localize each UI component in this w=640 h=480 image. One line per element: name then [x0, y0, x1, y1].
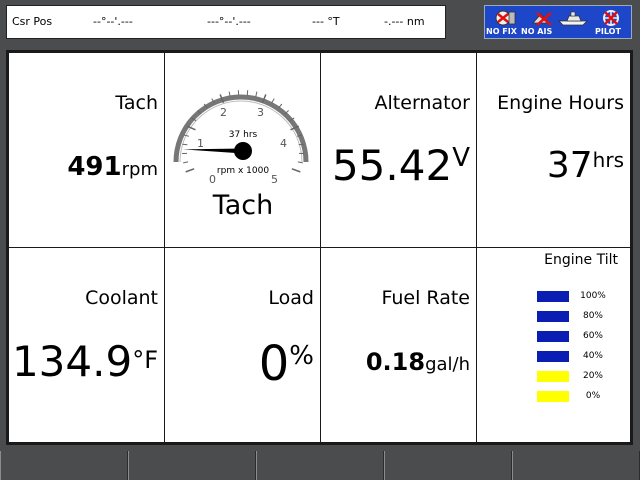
- fuel-rate-label: Fuel Rate: [381, 287, 470, 309]
- gauge-tick: [271, 98, 275, 104]
- tilt-level-bar: [537, 371, 569, 382]
- alternator-label: Alternator: [374, 92, 470, 114]
- engine-tilt-label: Engine Tilt: [544, 252, 618, 268]
- softkey-1[interactable]: [0, 451, 128, 480]
- fuel-rate-value: 0.18: [365, 348, 426, 376]
- engine-hours-value: 37: [546, 145, 593, 186]
- gauge-tick: [291, 168, 301, 173]
- tilt-level-label: 60%: [582, 331, 603, 341]
- softkey-3[interactable]: [256, 451, 384, 480]
- coolant-cell[interactable]: Coolant 134.9°F: [8, 247, 165, 443]
- gauge-tick-label: 1: [197, 137, 204, 150]
- tach-cell[interactable]: Tach 491rpm: [8, 52, 165, 248]
- pilot-label: PILOT: [595, 27, 621, 36]
- tilt-level-bar: [537, 331, 569, 342]
- cursor-latitude: --°--'.---: [93, 15, 133, 28]
- engine-data-grid: Tach 491rpm 0 1 2 3 4 5 37 hrs rpm x 100…: [6, 50, 633, 445]
- softkey-5[interactable]: [512, 451, 640, 480]
- softkey-2[interactable]: [128, 451, 256, 480]
- load-value: 0: [258, 336, 290, 392]
- tilt-level-label: 40%: [582, 351, 603, 361]
- tilt-level-label: 20%: [582, 371, 603, 381]
- alternator-unit: V: [452, 143, 470, 173]
- gauge-hours: 37 hrs: [229, 130, 258, 140]
- gauge-units: rpm x 1000: [217, 166, 269, 176]
- coolant-value-row: 134.9°F: [12, 337, 158, 386]
- tilt-level-label: 100%: [580, 291, 606, 301]
- softkey-4[interactable]: [384, 451, 512, 480]
- gauge-tick-label: 3: [257, 106, 264, 119]
- gauge-tick: [298, 143, 304, 146]
- cursor-position-label: Csr Pos: [12, 15, 53, 28]
- gauge-tick-label: 0: [209, 173, 216, 186]
- gauge-hub: [234, 142, 252, 160]
- coolant-label: Coolant: [85, 287, 158, 309]
- gauge-tick-label: 4: [280, 137, 287, 150]
- fuel-rate-unit: gal/h: [425, 354, 470, 375]
- coolant-value: 134.9: [11, 337, 133, 386]
- cursor-position-box: Csr Pos --°--'.--- ---°--'.--- --- °T -.…: [6, 5, 446, 39]
- load-unit: %: [289, 341, 314, 371]
- gauge-tick: [297, 161, 303, 164]
- tilt-level-label: 80%: [582, 311, 603, 321]
- tilt-level-bar: [537, 291, 569, 302]
- load-cell[interactable]: Load 0%: [164, 247, 321, 443]
- no-ais-label: NO AIS: [521, 27, 553, 36]
- tach-value-row: 491rpm: [67, 152, 158, 182]
- engine-hours-cell[interactable]: Engine Hours 37hrs: [476, 52, 631, 248]
- tilt-level-bar: [537, 351, 569, 362]
- tach-unit: rpm: [121, 159, 158, 180]
- tach-gauge: 0 1 2 3 4 5 37 hrs rpm x 1000 Tach: [173, 90, 309, 221]
- softkey-bar: [0, 451, 640, 480]
- tilt-level-label: 0%: [585, 391, 601, 401]
- gauge-title: Tach: [212, 190, 274, 221]
- tach-gauge-cell[interactable]: 0 1 2 3 4 5 37 hrs rpm x 1000 Tach: [164, 52, 321, 248]
- coolant-unit: °F: [132, 346, 158, 374]
- tilt-level-bar: [537, 311, 569, 322]
- gauge-tick: [182, 143, 188, 146]
- engine-hours-label: Engine Hours: [497, 92, 624, 114]
- no-fix-label: NO FIX: [486, 27, 517, 36]
- cursor-range: -.--- nm: [384, 15, 425, 28]
- cursor-longitude: ---°--'.---: [207, 15, 251, 28]
- load-label: Load: [268, 287, 314, 309]
- fuel-rate-value-row: 0.18gal/h: [366, 348, 470, 376]
- engine-hours-unit: hrs: [592, 148, 624, 172]
- top-status-bar: Csr Pos --°--'.--- ---°--'.--- --- °T -.…: [0, 0, 640, 44]
- system-status-box[interactable]: NO FIX NO AIS PILOT: [484, 5, 632, 39]
- cursor-bearing: --- °T: [312, 15, 340, 28]
- fuel-rate-cell[interactable]: Fuel Rate 0.18gal/h: [320, 247, 477, 443]
- alternator-cell[interactable]: Alternator 55.42V: [320, 52, 477, 248]
- gauge-tick-label: 2: [220, 106, 227, 119]
- load-value-row: 0%: [259, 336, 314, 392]
- gauge-tick: [255, 91, 258, 97]
- gauge-tick: [184, 134, 190, 137]
- tach-value: 491: [67, 152, 122, 182]
- engine-hours-value-row: 37hrs: [547, 145, 624, 186]
- autopilot-off-icon: [603, 10, 619, 26]
- gauge-tick: [185, 168, 195, 173]
- alternator-value: 55.42: [331, 141, 453, 190]
- alternator-value-row: 55.42V: [332, 141, 470, 190]
- tach-label: Tach: [115, 92, 158, 114]
- gauge-tick-label: 5: [271, 173, 278, 186]
- gauge-tick: [183, 161, 189, 164]
- engine-tilt-cell[interactable]: Engine Tilt 100% 80% 60% 40% 20% 0%: [476, 247, 631, 443]
- tilt-level-bar: [537, 391, 569, 402]
